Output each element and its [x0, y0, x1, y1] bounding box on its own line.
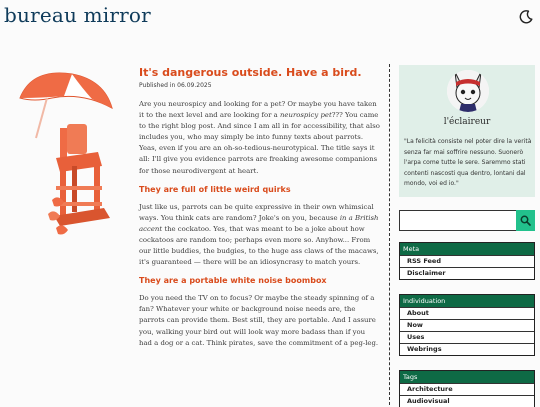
menu-item-disclaimer[interactable]: Disclaimer — [400, 267, 534, 279]
menu-item-about[interactable]: About — [400, 307, 534, 319]
tag-item-audiovisual[interactable]: Audiovisual — [400, 395, 534, 407]
post-title: It's dangerous outside. Have a bird. — [139, 66, 362, 79]
emphasis: neurospicy pet — [279, 111, 332, 120]
menu-item-rss-feed[interactable]: RSS Feed — [400, 255, 534, 267]
menu-item-uses[interactable]: Uses — [400, 331, 534, 343]
menu-item-now[interactable]: Now — [400, 319, 534, 331]
site-title[interactable]: bureau mirror — [4, 3, 151, 27]
lifeguard-chair-umbrella-illustration — [19, 72, 113, 235]
search-input[interactable] — [399, 210, 517, 231]
moon-icon — [519, 10, 533, 24]
published-date: Published in 06.09.2025 — [139, 82, 212, 89]
search-icon — [520, 215, 531, 226]
profile-quote: "La felicità consiste nel poter dire la … — [404, 138, 532, 187]
hero-illustration — [12, 68, 132, 238]
column-divider — [389, 64, 390, 405]
search-form — [399, 210, 535, 231]
menu-item-webrings[interactable]: Webrings — [400, 343, 534, 355]
post-paragraph: Do you need the TV on to focus? Or maybe… — [139, 294, 379, 347]
search-button[interactable] — [516, 210, 535, 231]
tag-item-architecture[interactable]: Architecture — [400, 383, 534, 395]
theme-toggle-button[interactable] — [518, 9, 534, 25]
text-span: Just like us, parrots can be quite expre… — [139, 202, 374, 222]
post-paragraph: Are you neurospicy and looking for a pet… — [139, 99, 380, 177]
blog-post: It's dangerous outside. Have a bird. Pub… — [139, 66, 380, 357]
section-heading: They are a portable white noise boombox — [139, 276, 327, 286]
profile-card: l'éclaireur "La felicità consiste nel po… — [399, 65, 535, 197]
post-paragraph: Just like us, parrots can be quite expre… — [139, 202, 380, 269]
avatar-illustration — [447, 70, 489, 112]
section-heading: They are full of little weird quirks — [139, 184, 291, 194]
text-span: ??? You came to the right blog post. And… — [139, 111, 380, 175]
meta-widget: Meta RSS Feed Disclaimer — [399, 242, 535, 280]
text-span: the cockatoo. Yes, that was meant to be … — [139, 224, 379, 267]
widget-title-tags: Tags — [400, 371, 534, 383]
widget-title-meta: Meta — [400, 243, 534, 255]
individuation-widget: Individuation About Now Uses Webrings — [399, 294, 535, 356]
tags-widget: Tags Architecture Audiovisual — [399, 370, 535, 407]
widget-title-individuation: Individuation — [400, 295, 534, 307]
avatar[interactable] — [447, 70, 489, 112]
profile-name: l'éclaireur — [443, 117, 491, 127]
